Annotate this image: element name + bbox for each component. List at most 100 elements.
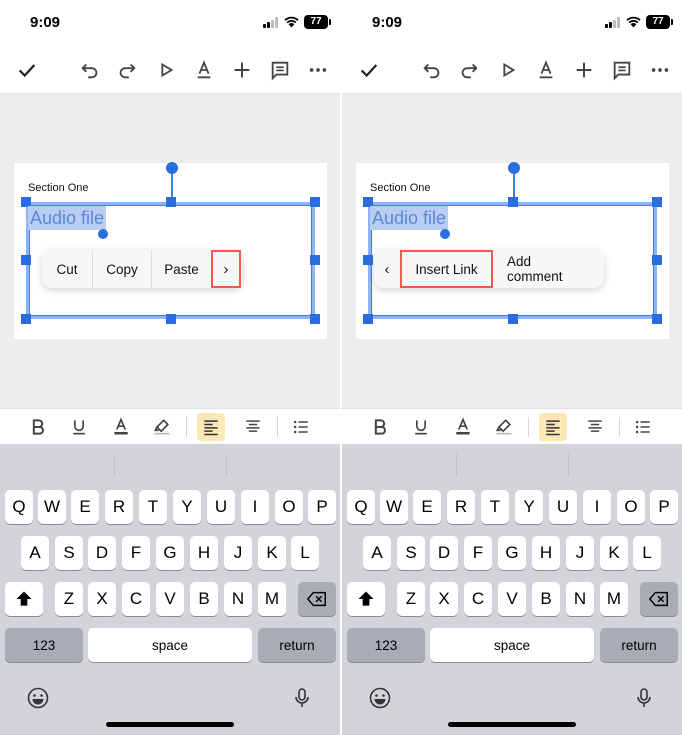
key-p[interactable]: P — [308, 490, 336, 524]
key-d[interactable]: D — [430, 536, 458, 570]
undo-icon[interactable] — [418, 56, 446, 84]
key-a[interactable]: A — [21, 536, 49, 570]
key-q[interactable]: Q — [347, 490, 375, 524]
key-s[interactable]: S — [55, 536, 83, 570]
resize-handle[interactable] — [363, 314, 373, 324]
underline-icon[interactable] — [65, 413, 93, 441]
check-icon[interactable] — [13, 56, 41, 84]
key-g[interactable]: G — [498, 536, 526, 570]
return-key[interactable]: return — [600, 628, 678, 662]
key-e[interactable]: E — [413, 490, 441, 524]
key-z[interactable]: Z — [55, 582, 83, 616]
undo-icon[interactable] — [76, 56, 104, 84]
key-f[interactable]: F — [122, 536, 150, 570]
resize-handle[interactable] — [166, 314, 176, 324]
text-color-icon[interactable] — [532, 56, 560, 84]
comment-icon[interactable] — [608, 56, 636, 84]
key-h[interactable]: H — [532, 536, 560, 570]
resize-handle[interactable] — [363, 255, 373, 265]
shift-key[interactable] — [347, 582, 385, 616]
play-icon[interactable] — [152, 56, 180, 84]
align-center-icon[interactable] — [581, 413, 609, 441]
key-j[interactable]: J — [224, 536, 252, 570]
key-b[interactable]: B — [190, 582, 218, 616]
insert-plus-icon[interactable] — [228, 56, 256, 84]
shift-key[interactable] — [5, 582, 43, 616]
list-icon[interactable] — [287, 413, 315, 441]
check-icon[interactable] — [355, 56, 383, 84]
bold-icon[interactable] — [366, 413, 394, 441]
resize-handle[interactable] — [310, 314, 320, 324]
key-i[interactable]: I — [583, 490, 611, 524]
text-color-icon[interactable] — [107, 413, 135, 441]
text-color-icon[interactable] — [190, 56, 218, 84]
key-d[interactable]: D — [88, 536, 116, 570]
key-a[interactable]: A — [363, 536, 391, 570]
back-menu-arrow[interactable]: ‹ — [374, 250, 400, 288]
numbers-key[interactable]: 123 — [5, 628, 83, 662]
key-y[interactable]: Y — [173, 490, 201, 524]
add-comment-button[interactable]: Add comment — [493, 250, 604, 288]
key-e[interactable]: E — [71, 490, 99, 524]
resize-handle[interactable] — [652, 314, 662, 324]
resize-handle[interactable] — [508, 197, 518, 207]
rotate-handle[interactable] — [508, 162, 520, 174]
resize-handle[interactable] — [652, 197, 662, 207]
insert-plus-icon[interactable] — [570, 56, 598, 84]
key-l[interactable]: L — [291, 536, 319, 570]
key-i[interactable]: I — [241, 490, 269, 524]
resize-handle[interactable] — [21, 255, 31, 265]
emoji-icon[interactable] — [24, 684, 52, 712]
resize-handle[interactable] — [21, 314, 31, 324]
key-t[interactable]: T — [481, 490, 509, 524]
highlight-icon[interactable] — [148, 413, 176, 441]
insert-link-button[interactable]: Insert Link — [400, 250, 493, 288]
bold-icon[interactable] — [24, 413, 52, 441]
key-x[interactable]: X — [88, 582, 116, 616]
selection-cursor-handle[interactable] — [440, 229, 450, 239]
resize-handle[interactable] — [508, 314, 518, 324]
microphone-icon[interactable] — [288, 684, 316, 712]
highlight-icon[interactable] — [490, 413, 518, 441]
key-q[interactable]: Q — [5, 490, 33, 524]
key-w[interactable]: W — [38, 490, 66, 524]
redo-icon[interactable] — [455, 56, 483, 84]
key-r[interactable]: R — [105, 490, 133, 524]
key-m[interactable]: M — [600, 582, 628, 616]
key-n[interactable]: N — [224, 582, 252, 616]
key-w[interactable]: W — [380, 490, 408, 524]
space-key[interactable]: space — [88, 628, 252, 662]
backspace-key[interactable] — [640, 582, 678, 616]
key-v[interactable]: V — [498, 582, 526, 616]
list-icon[interactable] — [629, 413, 657, 441]
resize-handle[interactable] — [310, 255, 320, 265]
text-color-icon[interactable] — [449, 413, 477, 441]
key-k[interactable]: K — [258, 536, 286, 570]
align-left-icon[interactable] — [197, 413, 225, 441]
resize-handle[interactable] — [166, 197, 176, 207]
paste-button[interactable]: Paste — [151, 250, 211, 288]
key-v[interactable]: V — [156, 582, 184, 616]
redo-icon[interactable] — [113, 56, 141, 84]
key-y[interactable]: Y — [515, 490, 543, 524]
selection-cursor-handle[interactable] — [98, 229, 108, 239]
backspace-key[interactable] — [298, 582, 336, 616]
key-r[interactable]: R — [447, 490, 475, 524]
align-center-icon[interactable] — [239, 413, 267, 441]
numbers-key[interactable]: 123 — [347, 628, 425, 662]
key-h[interactable]: H — [190, 536, 218, 570]
resize-handle[interactable] — [652, 255, 662, 265]
more-icon[interactable] — [304, 56, 332, 84]
key-c[interactable]: C — [464, 582, 492, 616]
key-x[interactable]: X — [430, 582, 458, 616]
emoji-icon[interactable] — [366, 684, 394, 712]
selected-text[interactable]: Audio file — [28, 206, 107, 230]
rotate-handle[interactable] — [166, 162, 178, 174]
next-menu-arrow[interactable]: › — [211, 250, 241, 288]
key-o[interactable]: O — [617, 490, 645, 524]
key-m[interactable]: M — [258, 582, 286, 616]
key-u[interactable]: U — [549, 490, 577, 524]
key-k[interactable]: K — [600, 536, 628, 570]
comment-icon[interactable] — [266, 56, 294, 84]
key-z[interactable]: Z — [397, 582, 425, 616]
